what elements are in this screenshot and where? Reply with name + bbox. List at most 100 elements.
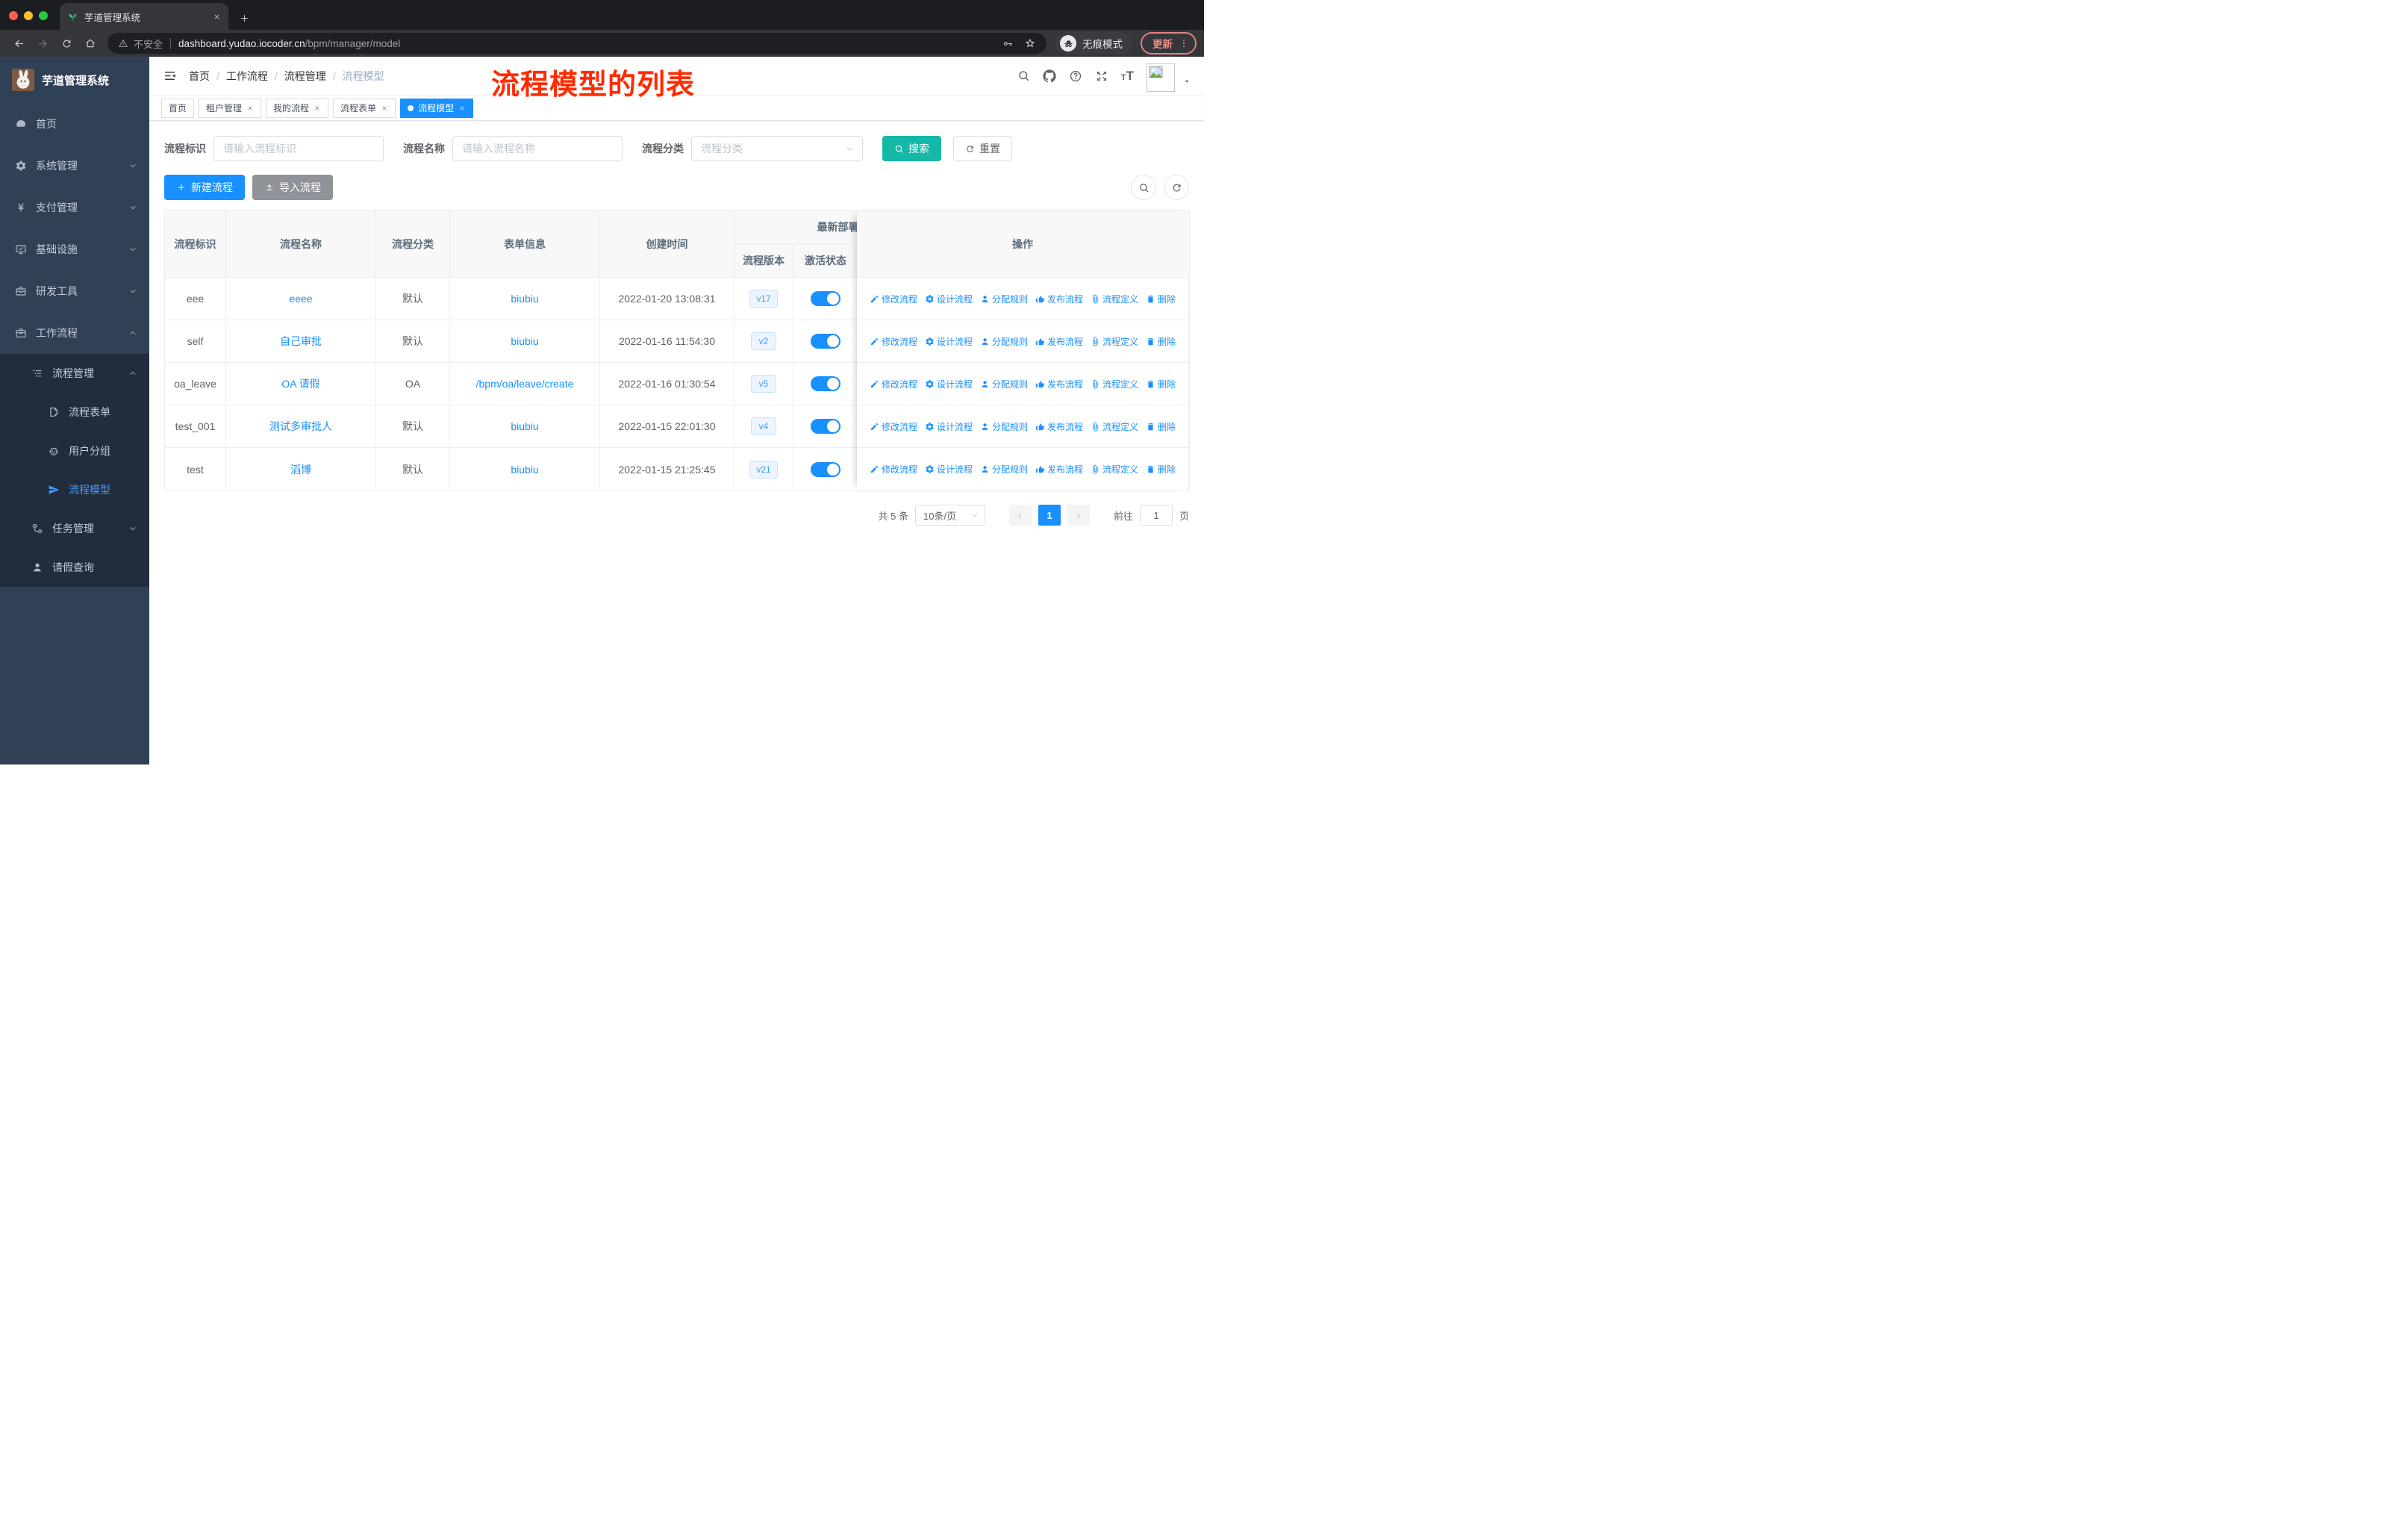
close-tab-icon[interactable] xyxy=(246,105,254,112)
breadcrumb-item[interactable]: 流程管理 xyxy=(284,69,326,84)
action-edit-link[interactable]: 修改流程 xyxy=(870,463,917,476)
sidebar-item[interactable]: 流程管理 xyxy=(0,354,149,393)
page-number-current[interactable]: 1 xyxy=(1038,505,1061,526)
status-toggle[interactable] xyxy=(811,291,840,306)
action-assign-rule-link[interactable]: 分配规则 xyxy=(980,463,1028,476)
action-publish-link[interactable]: 发布流程 xyxy=(1035,378,1083,390)
action-design-link[interactable]: 设计流程 xyxy=(925,463,973,476)
action-delete-link[interactable]: 删除 xyxy=(1146,335,1176,348)
password-key-icon[interactable] xyxy=(1002,38,1014,49)
version-tag[interactable]: v4 xyxy=(751,417,776,435)
collapse-sidebar-icon[interactable] xyxy=(163,69,177,83)
version-tag[interactable]: v21 xyxy=(749,460,778,479)
breadcrumb-item[interactable]: 首页 xyxy=(189,69,210,84)
tags-view-item[interactable]: 租户管理 xyxy=(199,98,262,118)
action-definition-link[interactable]: 流程定义 xyxy=(1091,378,1138,390)
action-edit-link[interactable]: 修改流程 xyxy=(870,420,917,433)
back-button[interactable] xyxy=(7,33,30,54)
font-size-icon[interactable]: TT xyxy=(1121,69,1134,82)
update-button[interactable]: 更新 xyxy=(1141,32,1197,55)
page-size-select[interactable]: 10条/页 xyxy=(914,505,985,526)
reload-button[interactable] xyxy=(55,33,78,54)
sidebar-item[interactable]: 任务管理 xyxy=(0,509,149,548)
action-edit-link[interactable]: 修改流程 xyxy=(870,378,917,390)
action-definition-link[interactable]: 流程定义 xyxy=(1091,335,1138,348)
action-assign-rule-link[interactable]: 分配规则 xyxy=(980,293,1028,305)
action-delete-link[interactable]: 删除 xyxy=(1146,463,1176,476)
tags-view-item[interactable]: 流程模型 xyxy=(400,98,474,118)
tags-view-item[interactable]: 首页 xyxy=(161,98,195,118)
action-design-link[interactable]: 设计流程 xyxy=(925,378,973,390)
forward-button[interactable] xyxy=(31,33,54,54)
avatar-caret-icon[interactable] xyxy=(1183,78,1191,85)
category-select[interactable]: 流程分类 xyxy=(691,136,863,161)
process-name-link[interactable]: OA 请假 xyxy=(281,378,319,390)
search-icon[interactable] xyxy=(1017,69,1030,82)
action-assign-rule-link[interactable]: 分配规则 xyxy=(980,335,1028,348)
form-info-link[interactable]: biubiu xyxy=(511,464,538,476)
close-tab-icon[interactable] xyxy=(381,105,388,112)
address-bar[interactable]: 不安全 dashboard.yudao.iocoder.cn/bpm/manag… xyxy=(107,33,1047,54)
close-window-button[interactable] xyxy=(9,11,18,20)
minimize-window-button[interactable] xyxy=(24,11,33,20)
show-search-button[interactable] xyxy=(1131,175,1156,200)
refresh-table-button[interactable] xyxy=(1164,175,1189,200)
search-button[interactable]: 搜索 xyxy=(882,136,941,161)
close-tab-icon[interactable] xyxy=(213,13,221,21)
process-name-input[interactable] xyxy=(452,136,623,161)
action-edit-link[interactable]: 修改流程 xyxy=(870,293,917,305)
sidebar-logo[interactable]: 芋道管理系统 xyxy=(0,57,149,103)
form-info-link[interactable]: biubiu xyxy=(511,293,538,305)
bookmark-star-icon[interactable] xyxy=(1024,37,1036,49)
action-delete-link[interactable]: 删除 xyxy=(1146,378,1176,390)
action-edit-link[interactable]: 修改流程 xyxy=(870,335,917,348)
action-delete-link[interactable]: 删除 xyxy=(1146,293,1176,305)
menu-dots-icon[interactable] xyxy=(1179,38,1189,49)
zoom-window-button[interactable] xyxy=(39,11,48,20)
process-name-link[interactable]: eeee xyxy=(289,293,312,305)
process-name-link[interactable]: 自己审批 xyxy=(280,335,322,347)
action-assign-rule-link[interactable]: 分配规则 xyxy=(980,420,1028,433)
fullscreen-icon[interactable] xyxy=(1095,69,1108,83)
action-publish-link[interactable]: 发布流程 xyxy=(1035,463,1083,476)
sidebar-item[interactable]: 基础设施 xyxy=(0,228,149,270)
sidebar-item[interactable]: 支付管理 xyxy=(0,187,149,228)
action-publish-link[interactable]: 发布流程 xyxy=(1035,335,1083,348)
action-design-link[interactable]: 设计流程 xyxy=(925,335,973,348)
sidebar-item[interactable]: 请假查询 xyxy=(0,548,149,587)
sidebar-item[interactable]: 用户分组 xyxy=(0,432,149,470)
status-toggle[interactable] xyxy=(811,376,840,391)
status-toggle[interactable] xyxy=(811,334,840,349)
action-design-link[interactable]: 设计流程 xyxy=(925,293,973,305)
sidebar-item[interactable]: 系统管理 xyxy=(0,145,149,187)
status-toggle[interactable] xyxy=(811,461,840,477)
window-controls[interactable] xyxy=(9,11,48,20)
form-info-link[interactable]: biubiu xyxy=(511,335,538,347)
help-icon[interactable] xyxy=(1069,69,1082,83)
process-name-link[interactable]: 滔博 xyxy=(290,464,311,476)
sidebar-item[interactable]: 流程表单 xyxy=(0,393,149,432)
status-toggle[interactable] xyxy=(811,419,840,434)
new-tab-button[interactable] xyxy=(239,13,250,24)
process-key-input[interactable] xyxy=(213,136,384,161)
avatar[interactable] xyxy=(1147,63,1175,92)
action-publish-link[interactable]: 发布流程 xyxy=(1035,293,1083,305)
action-definition-link[interactable]: 流程定义 xyxy=(1091,420,1138,433)
create-process-button[interactable]: 新建流程 xyxy=(164,175,245,200)
tags-view-item[interactable]: 我的流程 xyxy=(266,98,329,118)
action-design-link[interactable]: 设计流程 xyxy=(925,420,973,433)
breadcrumb-item[interactable]: 工作流程 xyxy=(226,69,268,84)
import-process-button[interactable]: 导入流程 xyxy=(252,175,333,200)
version-tag[interactable]: v2 xyxy=(751,332,776,350)
action-assign-rule-link[interactable]: 分配规则 xyxy=(980,378,1028,390)
goto-page-input[interactable] xyxy=(1139,505,1173,526)
browser-tab[interactable]: 芋道管理系统 xyxy=(60,3,228,30)
home-button[interactable] xyxy=(79,33,102,54)
process-name-link[interactable]: 测试多审批人 xyxy=(269,420,332,432)
action-publish-link[interactable]: 发布流程 xyxy=(1035,420,1083,433)
sidebar-item[interactable]: 工作流程 xyxy=(0,312,149,354)
github-icon[interactable] xyxy=(1043,69,1056,83)
form-info-link[interactable]: biubiu xyxy=(511,420,538,432)
version-tag[interactable]: v17 xyxy=(749,290,778,308)
action-delete-link[interactable]: 删除 xyxy=(1146,420,1176,433)
